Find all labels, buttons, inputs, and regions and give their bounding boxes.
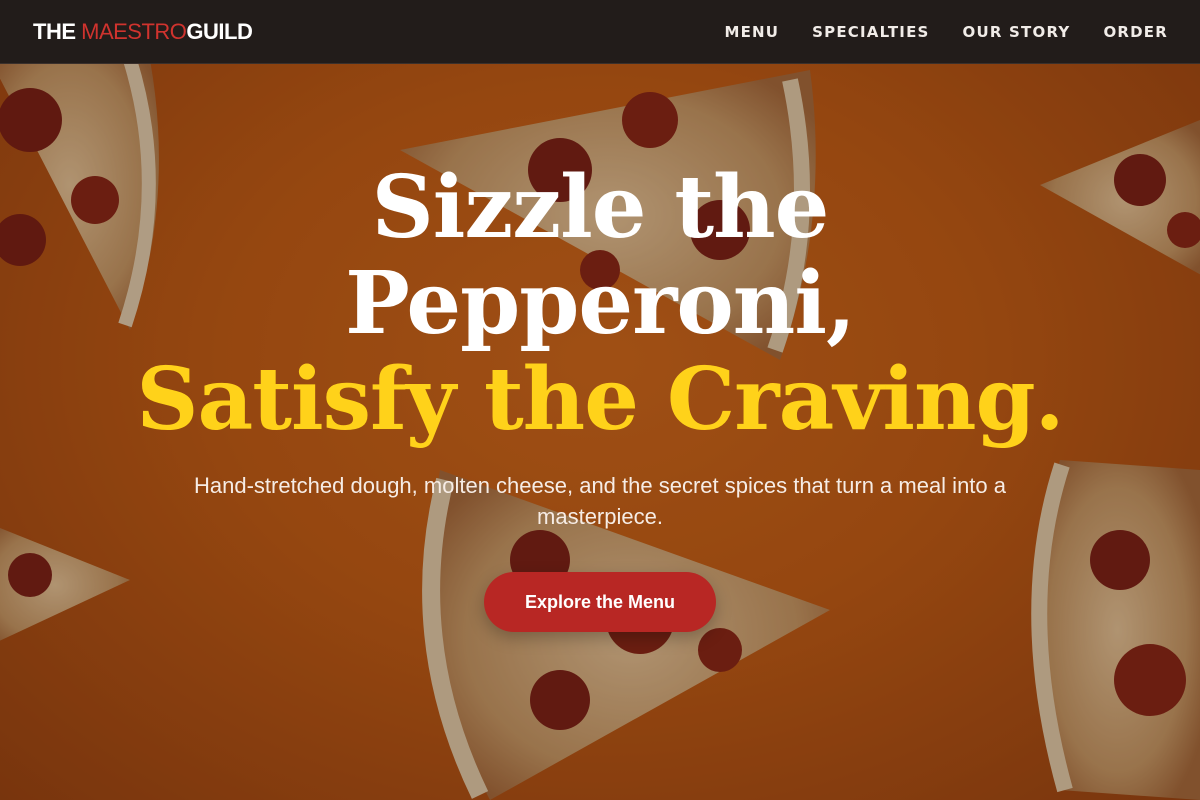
nav-item-specialties[interactable]: SPECIALTIES bbox=[812, 23, 929, 41]
headline-line-3: Satisfy the Craving. bbox=[136, 349, 1064, 450]
nav-item-menu[interactable]: MENU bbox=[724, 23, 779, 41]
headline-line-2: Pepperoni, bbox=[345, 253, 856, 354]
brand-prefix: THE bbox=[33, 18, 76, 44]
hero-headline: Sizzle the Pepperoni, Satisfy the Cravin… bbox=[0, 160, 1200, 448]
top-navbar: THE MAESTROGUILD MENU SPECIALTIES OUR ST… bbox=[0, 0, 1200, 64]
headline-line-1: Sizzle the bbox=[371, 157, 830, 258]
nav-item-our-story[interactable]: OUR STORY bbox=[963, 23, 1071, 41]
brand-suffix: GUILD bbox=[186, 18, 253, 44]
brand-logo[interactable]: THE MAESTROGUILD bbox=[33, 18, 253, 45]
main-nav: MENU SPECIALTIES OUR STORY ORDER bbox=[724, 23, 1168, 41]
hero-subtitle: Hand-stretched dough, molten cheese, and… bbox=[193, 473, 1007, 529]
explore-menu-button[interactable]: Explore the Menu bbox=[484, 572, 716, 632]
hero-content: Sizzle the Pepperoni, Satisfy the Cravin… bbox=[0, 160, 1200, 632]
brand-accent: MAESTRO bbox=[81, 18, 187, 44]
nav-item-order[interactable]: ORDER bbox=[1103, 23, 1168, 41]
